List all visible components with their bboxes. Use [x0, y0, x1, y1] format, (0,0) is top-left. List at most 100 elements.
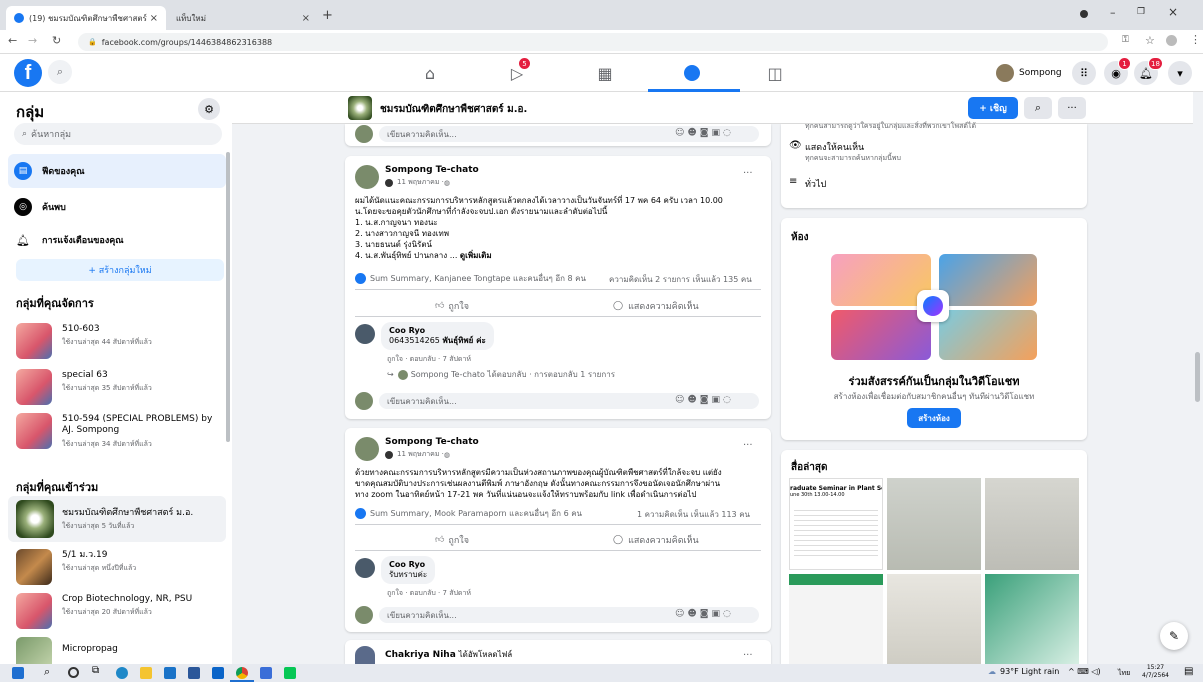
home-icon[interactable]: ⌂: [419, 62, 441, 84]
media-thumb[interactable]: [887, 478, 981, 570]
url-field[interactable]: 🔒 facebook.com/groups/1446384862316388: [78, 33, 1108, 51]
clock[interactable]: 15:27 4/7/2564: [1142, 664, 1169, 680]
avatar[interactable]: [355, 437, 379, 461]
account-menu-icon[interactable]: ▾: [1168, 61, 1192, 85]
back-icon[interactable]: ←: [8, 34, 17, 47]
invite-button[interactable]: + เชิญ: [968, 97, 1018, 119]
group-bar-title[interactable]: ชมรมบัณฑิตศึกษาพืชศาสตร์ ม.อ.: [380, 102, 527, 117]
post-date[interactable]: 11 พฤษภาคม · ◍: [385, 449, 450, 460]
cortana-icon[interactable]: [68, 667, 79, 678]
like-button[interactable]: 👍︎ ถูกใจ: [435, 299, 469, 313]
replies-link[interactable]: ↪ Sompong Te-chato ได้ตอบกลับ · การตอบกล…: [387, 368, 615, 381]
system-tray-icons[interactable]: ^ ⌨ ◁): [1068, 667, 1101, 676]
joined-group-item[interactable]: Micropropag: [16, 634, 226, 664]
media-thumb[interactable]: raduate Seminar in Plant Science une 30t…: [789, 478, 883, 570]
see-more-link[interactable]: ดูเพิ่มเติม: [460, 251, 492, 260]
sidebar-item-discover[interactable]: ◎ ค้นพบ: [8, 192, 226, 222]
comment-meta[interactable]: ถูกใจ · ตอบกลับ · 7 สัปดาห์: [387, 354, 471, 365]
group-more-button[interactable]: ···: [1058, 97, 1086, 119]
marketplace-icon[interactable]: ▦: [594, 62, 616, 84]
post-menu-icon[interactable]: ···: [743, 168, 753, 179]
menu-grid-icon[interactable]: ⠿: [1072, 61, 1096, 85]
gaming-icon[interactable]: ◫: [764, 62, 786, 84]
joined-group-item[interactable]: Crop Biotechnology, NR, PSU ใช้งานล่าสุด…: [16, 590, 226, 632]
reaction-summary[interactable]: Sum Summary, Mook Paramaporn และคนอื่นๆ …: [355, 507, 582, 520]
weather-widget[interactable]: ☁ 93°F Light rain: [988, 667, 1059, 676]
menu-dots-icon[interactable]: ⋮: [1190, 33, 1201, 46]
page-scrollbar[interactable]: [1193, 92, 1203, 664]
maximize-icon[interactable]: ❐: [1137, 7, 1145, 17]
sidebar-scrollbar[interactable]: [226, 152, 230, 442]
file-explorer-icon[interactable]: [140, 667, 152, 679]
group-search-input[interactable]: ⌕ ค้นหากลุ่ม: [14, 123, 222, 145]
comment-button[interactable]: ◯ แสดงความคิดเห็น: [613, 299, 699, 313]
comment-tools-icons[interactable]: ☺☻◙▣◌: [675, 128, 734, 138]
managed-group-item[interactable]: 510-603 ใช้งานล่าสุด 44 สัปดาห์ที่แล้ว: [16, 320, 226, 362]
post-author[interactable]: Chakriya Niha: [385, 650, 456, 660]
comment-meta[interactable]: ถูกใจ · ตอบกลับ · 7 สัปดาห์: [387, 588, 471, 599]
word-icon[interactable]: [188, 667, 200, 679]
comment-button[interactable]: ◯ แสดงความคิดเห็น: [613, 533, 699, 547]
post-author[interactable]: Sompong Te-chato: [385, 165, 479, 175]
managed-group-item[interactable]: special 63 ใช้งานล่าสุด 35 สัปดาห์ที่แล้…: [16, 366, 226, 408]
avatar[interactable]: [355, 324, 375, 344]
avatar[interactable]: [355, 558, 375, 578]
star-icon[interactable]: ☆: [1145, 34, 1155, 47]
search-button[interactable]: ⌕: [48, 60, 72, 84]
reload-icon[interactable]: ↻: [52, 34, 61, 47]
forward-icon[interactable]: →: [28, 34, 37, 47]
group-avatar[interactable]: [348, 96, 372, 120]
profile-dot-icon[interactable]: [1080, 10, 1088, 18]
reaction-summary[interactable]: Sum Summary, Kanjanee Tongtape และคนอื่น…: [355, 272, 586, 285]
media-thumb[interactable]: [887, 574, 981, 664]
notification-center-icon[interactable]: ▤: [1184, 666, 1193, 677]
media-thumb[interactable]: [985, 478, 1079, 570]
close-tab-icon[interactable]: ×: [302, 13, 310, 24]
windows-start-icon[interactable]: [12, 667, 24, 679]
comment-author[interactable]: Coo Ryo: [389, 560, 427, 570]
sidebar-item-feed[interactable]: ▤ ฟีดของคุณ: [8, 154, 226, 188]
media-thumb[interactable]: [985, 574, 1079, 664]
account-icon[interactable]: [1166, 35, 1177, 46]
create-group-button[interactable]: + สร้างกลุ่มใหม่: [16, 259, 224, 281]
comment-tools-icons[interactable]: ☺☻◙▣◌: [675, 609, 734, 619]
browser-tab-newtab[interactable]: แท็บใหม่ ×: [168, 6, 318, 30]
browser-tab-active[interactable]: (19) ชมรมบัณฑิตศึกษาพืชศาสตร์ ม.อ. ×: [6, 6, 166, 30]
avatar[interactable]: [355, 646, 375, 664]
group-search-button[interactable]: ⌕: [1024, 97, 1052, 119]
sidebar-item-notifications[interactable]: 🔔︎ การแจ้งเตือนของคุณ: [8, 225, 226, 255]
new-message-button[interactable]: ✎: [1160, 622, 1188, 650]
avatar[interactable]: [355, 165, 379, 189]
post-menu-icon[interactable]: ···: [743, 440, 753, 451]
post-date[interactable]: 11 พฤษภาคม · ◍: [385, 177, 450, 188]
media-thumb[interactable]: [789, 574, 883, 664]
managed-group-item[interactable]: 510-594 (SPECIAL PROBLEMS) by AJ. Sompon…: [16, 410, 226, 458]
post-stats[interactable]: 1 ความคิดเห็น เห็นแล้ว 113 คน: [637, 508, 750, 521]
facebook-logo-icon[interactable]: f: [14, 59, 42, 87]
comment-author[interactable]: Coo Ryo: [389, 326, 486, 336]
edge-icon[interactable]: [116, 667, 128, 679]
post-menu-icon[interactable]: ···: [743, 650, 753, 661]
settings-button[interactable]: ⚙: [198, 98, 220, 120]
close-window-icon[interactable]: ×: [1168, 5, 1178, 19]
minimize-icon[interactable]: –: [1110, 6, 1116, 19]
language-indicator[interactable]: ไทย: [1118, 668, 1130, 679]
create-room-button[interactable]: สร้างห้อง: [907, 408, 961, 428]
chrome-icon[interactable]: [236, 667, 248, 679]
post-author[interactable]: Sompong Te-chato: [385, 437, 479, 447]
key-icon[interactable]: ⚿: [1122, 35, 1129, 45]
groups-icon[interactable]: [681, 62, 703, 84]
joined-group-item[interactable]: 5/1 ม.ว.19 ใช้งานล่าสุด หนึ่งปีที่แล้ว: [16, 546, 226, 588]
comment-tools-icons[interactable]: ☺☻◙▣◌: [675, 395, 734, 405]
search-icon[interactable]: ⌕: [44, 665, 50, 679]
line-icon[interactable]: [284, 667, 296, 679]
outlook-icon[interactable]: [212, 667, 224, 679]
close-tab-icon[interactable]: ×: [150, 13, 158, 24]
task-view-icon[interactable]: ⧉: [92, 665, 99, 676]
post-stats[interactable]: ความคิดเห็น 2 รายการ เห็นแล้ว 135 คน: [609, 273, 752, 286]
profile-chip[interactable]: Sompong: [996, 63, 1062, 83]
comment-mention[interactable]: พันธุ์ทิพย์ ค่ะ: [442, 336, 485, 345]
new-tab-icon[interactable]: +: [322, 8, 333, 23]
photos-icon[interactable]: [260, 667, 272, 679]
like-button[interactable]: 👍︎ ถูกใจ: [435, 533, 469, 547]
